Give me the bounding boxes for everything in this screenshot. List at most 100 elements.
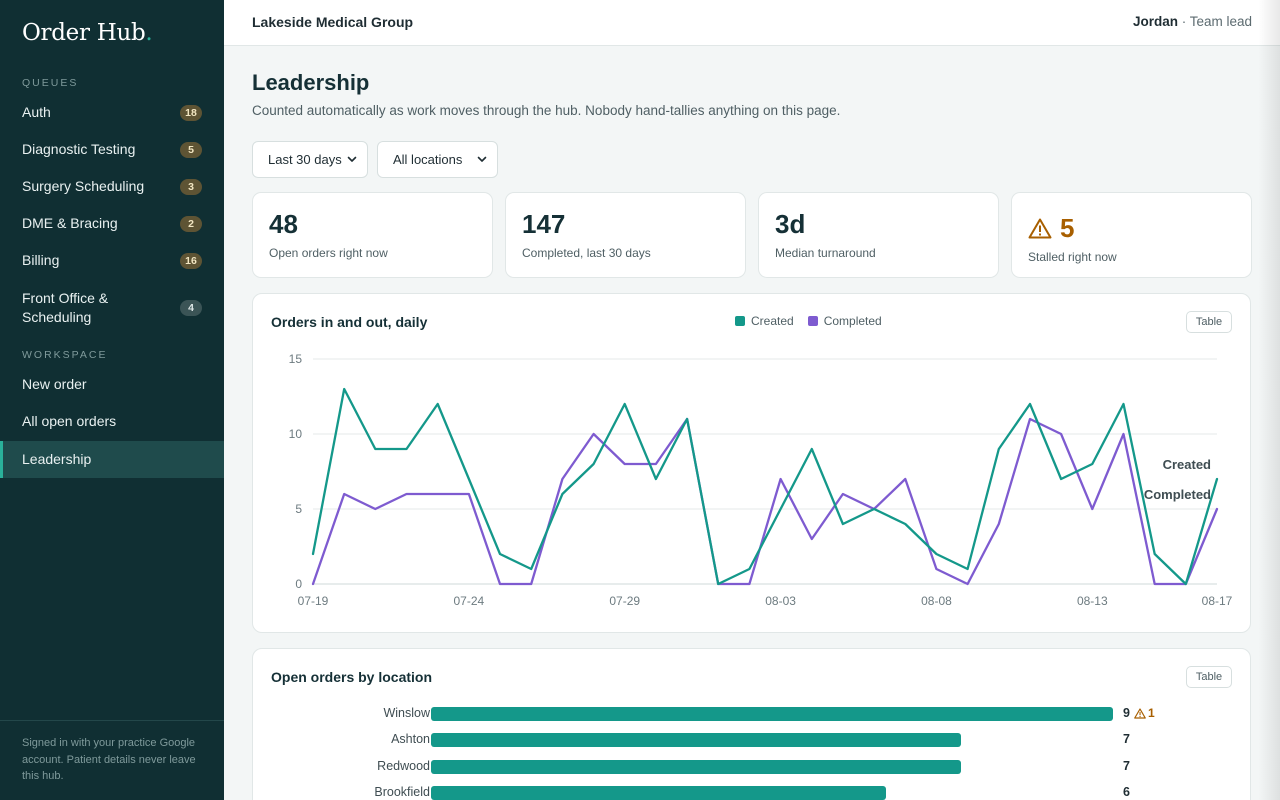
user-name: Jordan [1132, 14, 1178, 29]
brand-name: Order Hub [22, 20, 146, 46]
y-tick-label: 5 [295, 502, 302, 516]
sidebar-item-auth[interactable]: Auth 18 [0, 94, 224, 131]
bar-label: Redwood [377, 758, 430, 773]
series-line-created [311, 387, 1219, 586]
queue-count-badge: 4 [180, 300, 202, 316]
kpi-label: Completed, last 30 days [522, 246, 651, 260]
bar [431, 785, 886, 800]
bar-label: Winslow [383, 706, 430, 720]
location-select[interactable]: All locations [377, 141, 498, 178]
bar-chart-title: Open orders by location [271, 669, 433, 685]
x-tick-label: 08-17 [1202, 594, 1233, 608]
kpi-label: Stalled right now [1028, 250, 1117, 264]
sidebar: Order Hub. QUEUES Auth 18 Diagnostic Tes… [0, 0, 224, 800]
location-value: All locations [393, 152, 463, 167]
bar-value: 7 [1123, 759, 1130, 773]
bar-row: Brookfield 6 [253, 783, 1250, 800]
queue-count-badge: 3 [180, 178, 202, 195]
sidebar-item-billing[interactable]: Billing 16 [0, 242, 224, 279]
bar-value-number: 7 [1123, 758, 1130, 773]
sidebar-item-surgery-scheduling[interactable]: Surgery Scheduling 3 [0, 168, 224, 205]
kpi-stalled: 5 Stalled right now [1011, 192, 1252, 278]
kpi-value: 5 [1060, 213, 1075, 243]
sidebar-item-label: Auth [22, 104, 51, 120]
sidebar-item-diagnostic-testing[interactable]: Diagnostic Testing 5 [0, 131, 224, 168]
bar-value: 91 [1123, 706, 1155, 720]
queue-count-badge: 16 [180, 252, 202, 269]
sidebar-item-label: Surgery Scheduling [22, 178, 145, 194]
queue-count-badge: 18 [180, 104, 202, 121]
bar-label: Ashton [391, 732, 430, 747]
bar [431, 707, 1113, 721]
sidebar-item-label: Diagnostic Testing [22, 141, 136, 157]
page-description: Counted automatically as work moves thro… [252, 103, 841, 118]
kpi-completed: 147 Completed, last 30 days [505, 192, 746, 278]
sidebar-item-label: Billing [22, 252, 60, 268]
queue-count-badge: 5 [180, 141, 202, 158]
kpi-label: Median turnaround [775, 246, 876, 260]
sidebar-item-label: DME & Bracing [22, 215, 118, 231]
chevron-down-icon [477, 156, 487, 162]
x-tick-label: 08-03 [765, 594, 796, 608]
bar-value: 6 [1123, 785, 1130, 799]
bar [431, 733, 962, 748]
sidebar-item-front-office[interactable]: Front Office & Scheduling 4 [0, 282, 224, 334]
y-tick-label: 15 [289, 352, 303, 366]
kpi-label: Open orders right now [269, 246, 388, 260]
queue-count-badge: 2 [180, 215, 202, 232]
workspace-section-label: WORKSPACE [22, 349, 108, 361]
bar-row: Winslow 9 1 [253, 704, 1250, 724]
stalled-indicator: 1 [1134, 706, 1155, 720]
sidebar-item-all-open-orders[interactable]: All open orders [0, 403, 224, 440]
stalled-count: 1 [1147, 706, 1155, 720]
queues-section-label: QUEUES [22, 77, 79, 89]
sidebar-item-label: New order [22, 376, 87, 392]
x-tick-label: 08-08 [921, 594, 952, 608]
sidebar-item-dme-bracing[interactable]: DME & Bracing 2 [0, 205, 224, 242]
x-tick-label: 07-24 [454, 594, 485, 608]
sidebar-item-new-order[interactable]: New order [0, 366, 224, 403]
warning-icon [1134, 707, 1146, 719]
end-label-created: Created [1163, 457, 1211, 472]
bar-row: Redwood 7 [253, 757, 1250, 777]
page-title: Leadership [252, 70, 370, 95]
x-tick-label: 07-29 [609, 594, 640, 608]
kpi-value: 3d [775, 209, 806, 239]
sidebar-item-leadership[interactable]: Leadership [0, 441, 224, 478]
organization-name: Lakeside Medical Group [252, 14, 414, 30]
sidebar-item-label: Front Office & Scheduling [22, 290, 109, 325]
warning-icon [1028, 218, 1052, 239]
sidebar-item-label: All open orders [22, 413, 117, 429]
sidebar-footer-note: Signed in with your practice Google acco… [0, 720, 224, 800]
kpi-median-turnaround: 3d Median turnaround [758, 192, 999, 278]
x-tick-label: 08-13 [1077, 594, 1108, 608]
scroll-shadow [1258, 0, 1280, 800]
x-tick-label: 07-19 [298, 594, 329, 608]
bar-label: Brookfield [374, 784, 430, 799]
bar [431, 759, 962, 774]
user-role: · Team lead [1177, 14, 1252, 29]
orders-in-out-card: Orders in and out, daily Created Complet… [252, 293, 1251, 633]
kpi-value: 147 [522, 209, 566, 239]
bar-chart-table-toggle[interactable]: Table [1186, 666, 1232, 688]
kpi-open-orders: 48 Open orders right now [252, 192, 493, 278]
end-label-completed: Completed [1144, 487, 1211, 502]
bar-row: Ashton 7 [253, 730, 1250, 750]
bar-value: 7 [1123, 732, 1130, 746]
user-menu[interactable]: Jordan · Team lead [1133, 14, 1252, 29]
y-tick-label: 0 [295, 577, 302, 591]
date-range-value: Last 30 days [268, 152, 342, 167]
line-chart: 0 5 10 15 07-19 07-24 07-29 08-03 08-08 08-13 08-1… [289, 352, 1233, 608]
sidebar-item-label: Leadership [22, 451, 92, 467]
bar-value-number: 7 [1123, 732, 1130, 747]
bar-value-number: 6 [1123, 784, 1130, 799]
chevron-down-icon [347, 156, 357, 162]
brand-dot: . [145, 20, 153, 46]
kpi-value: 48 [269, 209, 298, 239]
top-bar: Lakeside Medical Group Jordan · Team lea… [224, 0, 1280, 46]
date-range-select[interactable]: Last 30 days [252, 141, 368, 178]
kpi-stalled-value-row: 5 [1028, 213, 1074, 244]
brand-logo[interactable]: Order Hub. [22, 20, 153, 46]
y-tick-label: 10 [289, 427, 303, 441]
open-orders-by-location-card: Open orders by location Table Winslow 9 1 A… [252, 648, 1251, 800]
